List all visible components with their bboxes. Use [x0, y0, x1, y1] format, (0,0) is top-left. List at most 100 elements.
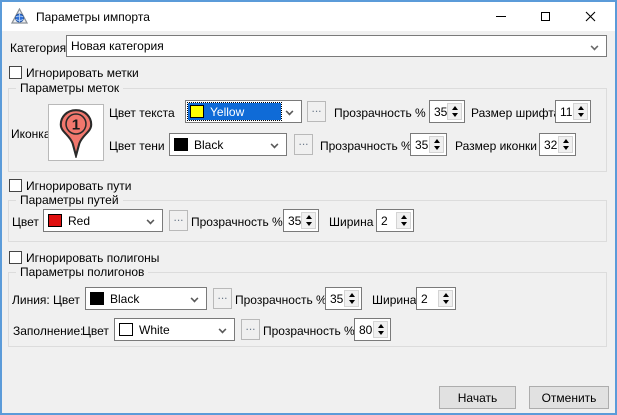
fill-color-label: Цвет: [82, 324, 109, 338]
spinner-down-button[interactable]: [345, 299, 358, 307]
fill-opacity-spinner[interactable]: 80: [354, 318, 391, 341]
spinner-down-button[interactable]: [439, 299, 452, 307]
chevron-down-icon: [591, 43, 599, 51]
ignore-paths-checkbox[interactable]: [9, 179, 22, 192]
text-color-picker-button[interactable]: ...: [307, 101, 326, 122]
path-color-value: Red: [68, 214, 90, 228]
line-width-label: Ширина: [372, 293, 416, 307]
spinner-up-icon: [401, 215, 407, 219]
line-width-spinner[interactable]: 2: [416, 287, 456, 310]
spinner-up-button[interactable]: [448, 104, 461, 112]
text-color-selection: Yellow: [188, 103, 281, 120]
polygons-group-title: Параметры полигонов: [16, 265, 148, 279]
path-opacity-label: Прозрачность %: [191, 215, 283, 229]
app-icon: [11, 8, 28, 25]
svg-text:1: 1: [72, 116, 81, 133]
spinner-down-button[interactable]: [448, 112, 461, 120]
maximize-icon: [541, 12, 550, 21]
spinner-down-icon: [434, 146, 440, 150]
spinner-up-button[interactable]: [439, 291, 452, 299]
shadow-opacity-value[interactable]: 35: [411, 134, 429, 155]
spinner-down-button[interactable]: [374, 330, 387, 338]
category-combobox[interactable]: Новая категория: [66, 35, 607, 57]
maximize-button[interactable]: [523, 2, 568, 30]
icon-size-spinner[interactable]: 32: [539, 133, 576, 156]
fill-opacity-value[interactable]: 80: [355, 319, 373, 340]
spinner-up-button[interactable]: [430, 137, 443, 145]
spinner-up-button[interactable]: [397, 213, 410, 221]
spinner-up-icon: [349, 293, 355, 297]
close-button[interactable]: [568, 2, 613, 30]
path-width-spinner[interactable]: 2: [376, 209, 414, 232]
cancel-button[interactable]: Отменить: [529, 386, 609, 409]
spinner-down-button[interactable]: [574, 112, 587, 120]
shadow-color-combobox[interactable]: Black: [169, 133, 287, 156]
fill-color-combobox[interactable]: White: [114, 318, 235, 341]
spinner-down-icon: [443, 300, 449, 304]
ignore-polygons-checkbox[interactable]: [9, 251, 22, 264]
path-opacity-value[interactable]: 35: [284, 210, 301, 231]
font-size-value[interactable]: 11: [556, 101, 573, 122]
spinner-down-icon: [452, 113, 458, 117]
spinner-up-button[interactable]: [574, 104, 587, 112]
labels-group-title: Параметры меток: [16, 81, 123, 95]
paths-group-title: Параметры путей: [16, 193, 123, 207]
spinner-down-button[interactable]: [302, 221, 315, 229]
fill-color-picker-button[interactable]: ...: [241, 319, 260, 340]
line-color-picker-button[interactable]: ...: [213, 288, 232, 309]
ignore-polygons-label: Игнорировать полигоны: [26, 251, 159, 265]
spinner-up-icon: [378, 324, 384, 328]
path-width-label: Ширина: [329, 215, 373, 229]
line-prefix-label: Линия:: [12, 293, 50, 307]
text-color-label: Цвет текста: [109, 106, 175, 120]
spinner-up-icon: [434, 139, 440, 143]
text-opacity-value[interactable]: 35: [430, 101, 447, 122]
minimize-icon: [496, 16, 506, 17]
shadow-color-value: Black: [194, 138, 223, 152]
ignore-labels-checkbox[interactable]: [9, 66, 22, 79]
shadow-opacity-spinner[interactable]: 35: [410, 133, 447, 156]
spinner-up-icon: [452, 106, 458, 110]
spinner-down-icon: [378, 331, 384, 335]
shadow-opacity-label: Прозрачность %: [320, 139, 412, 153]
titlebar[interactable]: Параметры импорта: [2, 2, 615, 31]
line-opacity-spinner[interactable]: 35: [325, 287, 362, 310]
spinner-up-button[interactable]: [559, 137, 572, 145]
fill-color-swatch: [119, 323, 133, 336]
text-opacity-spinner[interactable]: 35: [429, 100, 465, 123]
path-color-picker-button[interactable]: ...: [169, 210, 188, 231]
close-icon: [585, 11, 596, 22]
spinner-up-button[interactable]: [345, 291, 358, 299]
font-size-spinner[interactable]: 11: [555, 100, 591, 123]
spinner-down-button[interactable]: [430, 145, 443, 153]
path-width-value[interactable]: 2: [377, 210, 396, 231]
start-button[interactable]: Начать: [439, 386, 516, 409]
fill-prefix-label: Заполнение:: [13, 324, 83, 338]
shadow-color-picker-button[interactable]: ...: [294, 134, 313, 155]
path-color-label: Цвет: [12, 215, 39, 229]
line-color-combobox[interactable]: Black: [85, 287, 207, 310]
import-parameters-dialog: Параметры импорта Категория: Новая катег…: [0, 0, 617, 415]
spinner-up-icon: [563, 139, 569, 143]
text-color-combobox[interactable]: Yellow: [185, 100, 302, 123]
font-size-label: Размер шрифта: [471, 106, 560, 120]
icon-label: Иконка: [11, 127, 51, 141]
shadow-color-label: Цвет тени: [109, 139, 165, 153]
line-opacity-value[interactable]: 35: [326, 288, 344, 309]
icon-preview[interactable]: 1: [48, 104, 104, 161]
icon-size-value[interactable]: 32: [540, 134, 558, 155]
spinner-up-icon: [306, 215, 312, 219]
icon-size-label: Размер иконки: [455, 139, 537, 153]
line-width-value[interactable]: 2: [417, 288, 438, 309]
spinner-up-button[interactable]: [302, 213, 315, 221]
spinner-down-button[interactable]: [397, 221, 410, 229]
spinner-up-button[interactable]: [374, 322, 387, 330]
path-color-combobox[interactable]: Red: [43, 209, 163, 232]
spinner-up-icon: [443, 293, 449, 297]
line-color-label: Цвет: [53, 293, 80, 307]
window-title: Параметры импорта: [36, 10, 150, 24]
minimize-button[interactable]: [478, 2, 523, 30]
ignore-paths-label: Игнорировать пути: [26, 179, 131, 193]
path-opacity-spinner[interactable]: 35: [283, 209, 319, 232]
spinner-down-button[interactable]: [559, 145, 572, 153]
